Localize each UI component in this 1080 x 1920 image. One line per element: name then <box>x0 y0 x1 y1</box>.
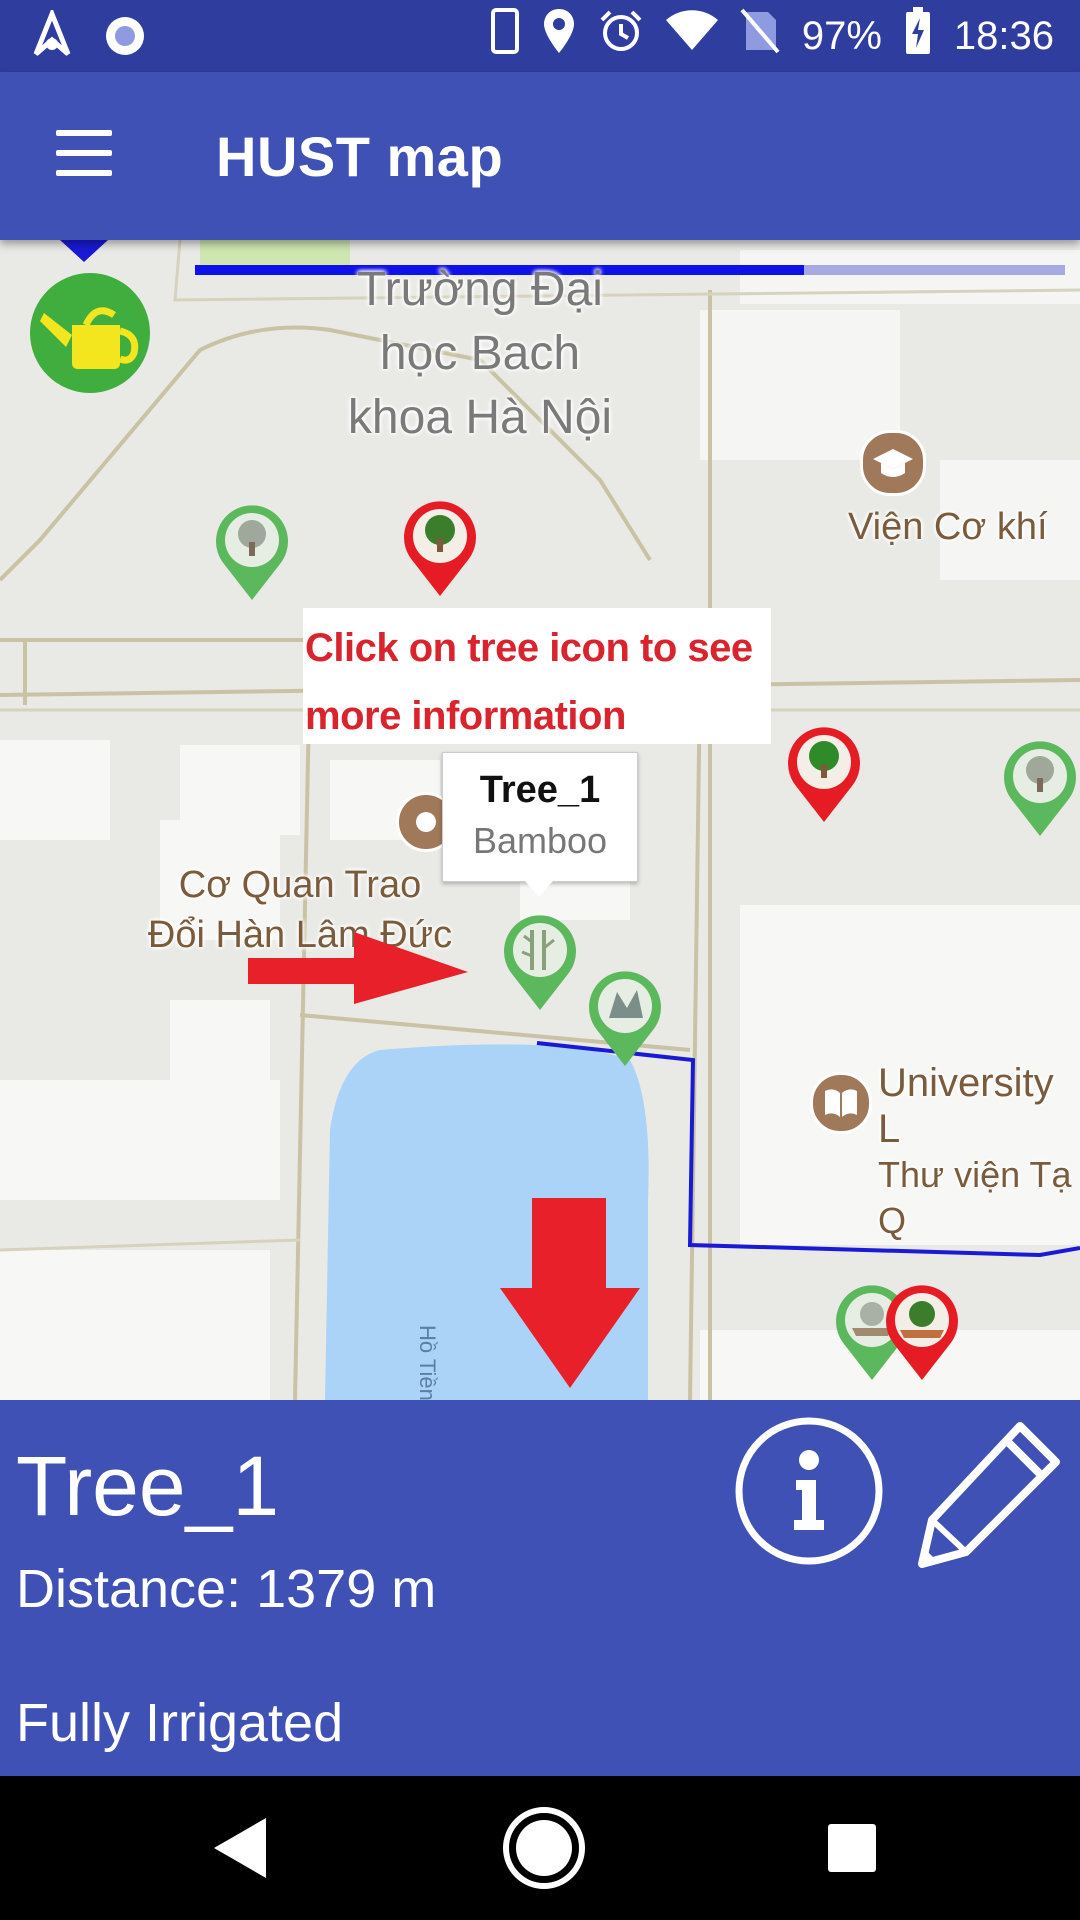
popup-title: Tree_1 <box>479 769 601 811</box>
hamburger-menu-icon[interactable] <box>48 122 114 188</box>
instruction-note: Click on tree icon to see more informati… <box>303 608 771 744</box>
watering-can-button[interactable] <box>30 273 150 393</box>
status-bar: 97% 18:36 <box>0 0 1080 72</box>
recents-icon[interactable] <box>816 1812 888 1884</box>
phone-icon <box>490 7 520 65</box>
university-label: Trường Đại học Bach khoa Hà Nội <box>347 263 613 444</box>
library-label: University L Thư viện Tạ Q <box>878 1061 1072 1241</box>
map-view[interactable]: Trường Đại học Bach khoa Hà Nội Viện Cơ … <box>0 240 1080 1400</box>
distance-text: Distance: 1379 m <box>16 1559 437 1619</box>
info-button[interactable] <box>734 1416 884 1566</box>
watering-can-icon <box>40 307 139 369</box>
down-arrow-annotation <box>500 1198 640 1388</box>
edit-button[interactable] <box>912 1414 1068 1570</box>
popup-subtitle: Bamboo <box>472 820 608 861</box>
pencil-icon <box>918 1422 1060 1568</box>
lake-label: Hồ Tiền <box>415 1325 440 1400</box>
app-bar: HUST map <box>0 72 1080 240</box>
wifi-icon <box>665 10 718 62</box>
location-icon <box>542 7 576 65</box>
right-arrow-annotation <box>248 932 468 1004</box>
battery-percent: 97% <box>801 13 882 58</box>
current-location-marker <box>60 240 108 262</box>
navigation-bar <box>0 1776 1080 1920</box>
tree-details-panel: Tree_1 Distance: 1379 m Fully Irrigated <box>0 1400 1080 1776</box>
clock: 18:36 <box>953 13 1054 58</box>
tree-info-popup[interactable]: Tree_1 Bamboo <box>442 752 638 897</box>
vien-co-khi-label: Viện Cơ khí <box>848 506 1048 548</box>
education-poi-icon[interactable] <box>860 430 926 496</box>
library-poi-icon[interactable] <box>810 1072 872 1134</box>
info-icon <box>735 1417 883 1565</box>
notification-app-icon <box>28 7 76 67</box>
home-icon[interactable] <box>500 1804 588 1892</box>
alarm-icon <box>598 8 644 64</box>
app-title: HUST map <box>216 125 504 188</box>
notification-circle-icon <box>102 13 148 64</box>
battery-charging-icon <box>904 6 932 66</box>
back-icon[interactable] <box>204 1812 276 1884</box>
irrigation-status: Fully Irrigated <box>16 1693 344 1753</box>
tree-name: Tree_1 <box>16 1439 280 1533</box>
no-sim-icon <box>740 8 780 64</box>
